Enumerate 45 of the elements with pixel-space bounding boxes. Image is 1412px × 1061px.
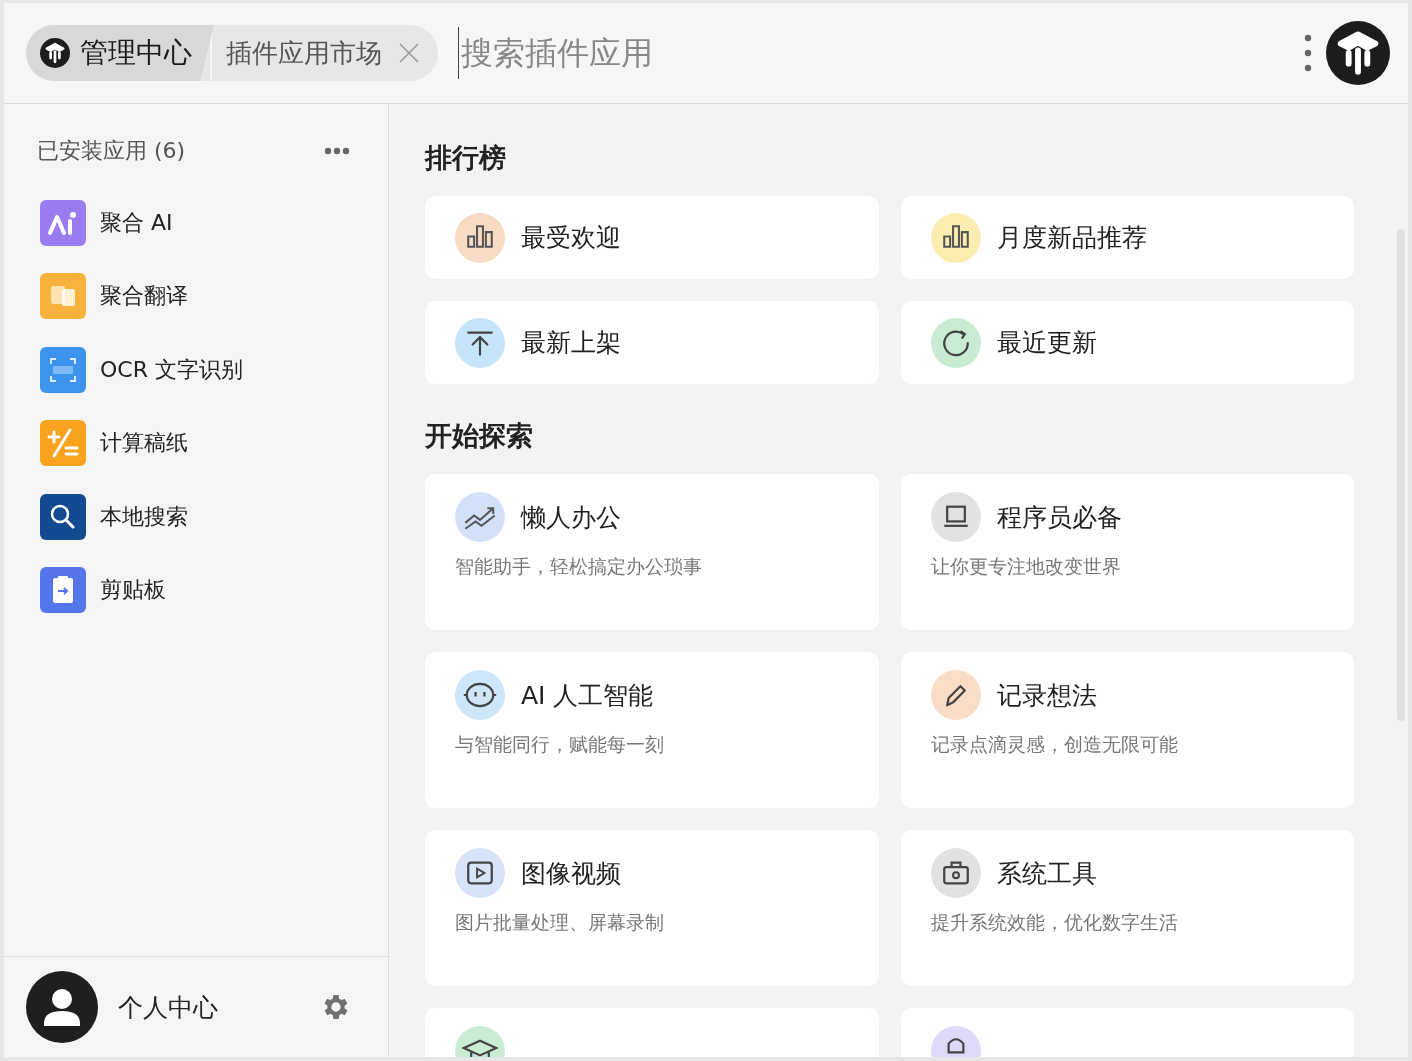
- card-description: 让你更专注地改变世界: [930, 554, 1122, 579]
- card-title: 记录想法: [996, 679, 1097, 712]
- app-list-item[interactable]: OCR 文字识别: [4, 333, 388, 407]
- category-card[interactable]: 记录想法 记录点滴灵感，创造无限可能: [900, 652, 1354, 808]
- category-card[interactable]: 最受欢迎: [425, 196, 879, 279]
- category-card[interactable]: 程序员必备 让你更专注地改变世界: [900, 474, 1354, 630]
- card-description: 记录点滴灵感，创造无限可能: [930, 732, 1179, 757]
- card-title: 系统工具: [996, 857, 1097, 890]
- category-card[interactable]: 系统工具 提升系统效能，优化数字生活: [900, 830, 1354, 986]
- logo-icon: [1326, 21, 1390, 85]
- category-card[interactable]: 图像视频 图片批量处理、屏幕录制: [425, 830, 879, 986]
- card-title: 月度新品推荐: [996, 222, 1147, 254]
- card-title: 程序员必备: [996, 501, 1122, 534]
- app-list-item[interactable]: 计算稿纸: [4, 406, 388, 480]
- app-list-item[interactable]: 本地搜索: [4, 480, 388, 554]
- category-card[interactable]: AI 人工智能 与智能同行，赋能每一刻: [425, 652, 879, 808]
- section-heading: 排行榜: [425, 141, 507, 175]
- card-title: 图像视频: [521, 857, 621, 890]
- category-card[interactable]: 懒人办公 智能助手，轻松搞定办公琐事: [425, 474, 879, 630]
- avatar-icon: [26, 971, 98, 1043]
- breadcrumb-tab[interactable]: 管理中心: [26, 25, 214, 81]
- card-title: 最近更新: [996, 327, 1097, 359]
- search-field[interactable]: 搜索插件应用: [458, 27, 1304, 79]
- card-title: 最新上架: [521, 327, 621, 359]
- app-list-item[interactable]: 聚合 AI: [4, 186, 388, 260]
- section-title: 已安装应用 (6): [37, 137, 186, 165]
- app-list-item[interactable]: 剪贴板: [4, 553, 388, 627]
- category-card[interactable]: 最近更新: [900, 301, 1354, 384]
- category-card[interactable]: 最新上架: [425, 301, 879, 384]
- app-list-item[interactable]: 聚合翻译: [4, 259, 388, 333]
- category-card[interactable]: 月度新品推荐: [900, 196, 1354, 279]
- card-title: 最受欢迎: [521, 222, 621, 254]
- close-icon[interactable]: [398, 42, 420, 64]
- breadcrumb-tab[interactable]: 插件应用市场: [210, 25, 438, 81]
- more-vertical-icon[interactable]: [1304, 34, 1312, 72]
- user-center-link[interactable]: 个人中心: [118, 990, 300, 1024]
- more-icon[interactable]: [324, 147, 350, 155]
- card-title: AI 人工智能: [521, 679, 654, 712]
- card-description: 提升系统效能，优化数字生活: [930, 910, 1179, 935]
- logo-icon: [40, 38, 70, 68]
- card-description: 与智能同行，赋能每一刻: [455, 732, 665, 757]
- section-heading: 开始探索: [425, 419, 534, 453]
- card-description: 图片批量处理、屏幕录制: [455, 910, 665, 935]
- card-description: 智能助手，轻松搞定办公琐事: [455, 554, 703, 579]
- card-title: 懒人办公: [521, 501, 621, 534]
